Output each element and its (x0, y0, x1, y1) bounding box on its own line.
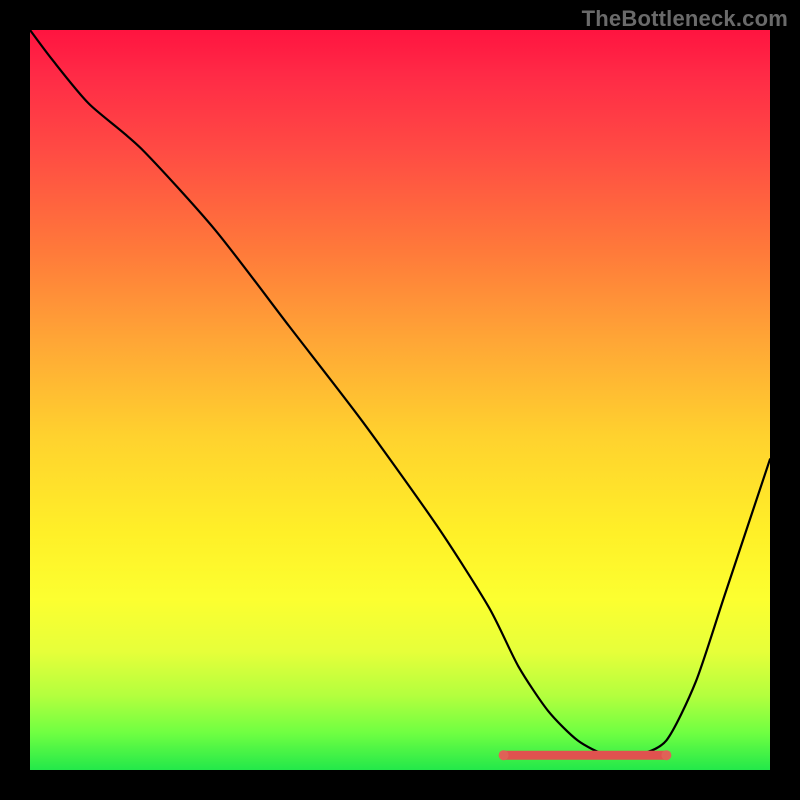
minimum-marker-dot-left (499, 750, 509, 760)
curve-overlay (30, 30, 770, 770)
plot-area (30, 30, 770, 770)
chart-frame: TheBottleneck.com (0, 0, 800, 800)
watermark-text: TheBottleneck.com (582, 6, 788, 32)
minimum-marker-dot-right (661, 750, 671, 760)
bottleneck-curve (30, 30, 770, 757)
